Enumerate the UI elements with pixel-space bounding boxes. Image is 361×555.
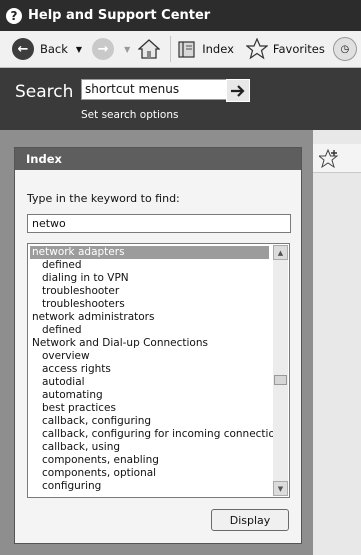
search-bar: Search shortcut menus Set search options bbox=[0, 68, 361, 130]
toolbar-separator bbox=[170, 36, 172, 62]
index-list-item[interactable]: defined bbox=[30, 324, 269, 337]
back-button[interactable]: ← Back bbox=[12, 38, 68, 60]
index-list-item[interactable]: troubleshooter bbox=[30, 285, 269, 298]
search-input[interactable]: shortcut menus bbox=[81, 79, 227, 100]
go-arrow-icon bbox=[231, 84, 245, 97]
forward-history-dropdown-icon[interactable]: ▼ bbox=[124, 45, 130, 54]
index-button[interactable]: Index bbox=[177, 39, 234, 59]
index-list-item[interactable]: callback, configuring for incoming conne… bbox=[30, 428, 287, 441]
keyword-prompt: Type in the keyword to find: bbox=[27, 192, 180, 205]
scroll-down-icon[interactable]: ▼ bbox=[273, 481, 288, 496]
index-list-item[interactable]: dialing in to VPN bbox=[30, 272, 269, 285]
index-list-item[interactable]: autodial bbox=[30, 376, 269, 389]
forward-arrow-icon: → bbox=[92, 38, 115, 60]
add-to-favorites-icon[interactable] bbox=[319, 149, 339, 169]
favorites-label: Favorites bbox=[272, 42, 325, 56]
index-list-item[interactable]: best practices bbox=[30, 402, 269, 415]
index-panel: Index Type in the keyword to find: netwo… bbox=[14, 147, 302, 544]
index-list-item[interactable]: network administrators bbox=[30, 311, 269, 324]
index-list-item[interactable]: components, enabling bbox=[30, 454, 269, 467]
forward-button[interactable]: → ▼ bbox=[92, 38, 130, 60]
title-bar: ? Help and Support Center bbox=[0, 0, 361, 31]
home-icon bbox=[138, 39, 161, 59]
back-history-dropdown-icon[interactable]: ▼ bbox=[76, 45, 82, 54]
index-list-item[interactable]: Network and Dial-up Connections bbox=[30, 337, 269, 350]
back-arrow-icon: ← bbox=[12, 38, 34, 60]
display-button[interactable]: Display bbox=[211, 509, 289, 531]
index-list-item[interactable]: components, optional bbox=[30, 467, 269, 480]
content-pane bbox=[313, 130, 361, 555]
scroll-thumb[interactable] bbox=[274, 375, 287, 385]
index-list[interactable]: network adapters defined dialing in to VPN… bbox=[27, 243, 290, 498]
favorites-star-icon bbox=[245, 38, 268, 60]
index-list-item[interactable]: network adapters bbox=[30, 246, 269, 259]
index-list-item[interactable]: automating bbox=[30, 389, 269, 402]
index-list-item[interactable]: callback, using bbox=[30, 441, 269, 454]
history-clock-icon[interactable]: ◷ bbox=[332, 37, 357, 61]
index-label: Index bbox=[202, 42, 234, 56]
index-list-item[interactable]: callback, configuring bbox=[30, 415, 269, 428]
index-list-rows: network adapters defined dialing in to VPN… bbox=[30, 246, 287, 493]
home-button[interactable] bbox=[136, 36, 162, 62]
search-options-link[interactable]: Set search options bbox=[81, 109, 178, 121]
index-list-item[interactable]: troubleshooters bbox=[30, 298, 269, 311]
search-label: Search bbox=[15, 82, 74, 102]
keyword-input[interactable]: netwo bbox=[27, 214, 291, 233]
scroll-up-icon[interactable]: ▲ bbox=[273, 245, 288, 260]
index-list-item[interactable]: defined bbox=[30, 259, 269, 272]
back-label: Back bbox=[40, 42, 68, 56]
index-list-item[interactable]: configuring bbox=[30, 480, 269, 493]
index-list-scrollbar[interactable]: ▲ ▼ bbox=[273, 245, 288, 496]
index-book-icon bbox=[178, 41, 195, 58]
window-title: Help and Support Center bbox=[28, 8, 211, 23]
index-list-item[interactable]: access rights bbox=[30, 363, 269, 376]
index-panel-title: Index bbox=[15, 148, 301, 170]
index-list-item[interactable]: overview bbox=[30, 350, 269, 363]
toolbar: ← Back ▼ → ▼ Index Favorites ◷ bbox=[0, 31, 361, 68]
search-go-button[interactable] bbox=[226, 79, 250, 102]
favorites-button[interactable]: Favorites bbox=[245, 38, 325, 60]
help-question-icon: ? bbox=[6, 7, 22, 24]
